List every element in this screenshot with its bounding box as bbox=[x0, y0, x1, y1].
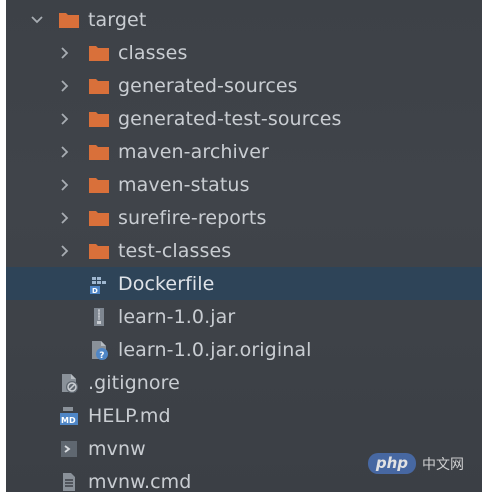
tree-label: generated-sources bbox=[118, 74, 298, 97]
tree-row-dockerfile-selected[interactable]: D Dockerfile bbox=[6, 267, 482, 300]
chevron-down-icon[interactable] bbox=[30, 13, 44, 27]
chevron-right-icon[interactable] bbox=[58, 46, 72, 60]
tree-row-folder[interactable]: maven-archiver bbox=[6, 135, 482, 168]
project-tree-panel: target classes generated-sources generat… bbox=[6, 0, 482, 492]
tree-label: target bbox=[88, 8, 147, 31]
folder-icon bbox=[88, 240, 110, 262]
chevron-right-icon[interactable] bbox=[58, 178, 72, 192]
tree-row-folder[interactable]: maven-status bbox=[6, 168, 482, 201]
folder-icon bbox=[58, 9, 80, 31]
chevron-right-icon[interactable] bbox=[58, 145, 72, 159]
folder-icon bbox=[88, 207, 110, 229]
folder-icon bbox=[88, 141, 110, 163]
folder-icon bbox=[88, 42, 110, 64]
tree-label: test-classes bbox=[118, 239, 232, 262]
chevron-right-icon[interactable] bbox=[58, 112, 72, 126]
tree-row-file[interactable]: MD HELP.md bbox=[6, 399, 482, 432]
tree-label: mvnw bbox=[88, 437, 146, 460]
tree-row-target[interactable]: target bbox=[6, 3, 482, 36]
tree-label: HELP.md bbox=[88, 404, 171, 427]
php-cn-watermark: php 中文网 bbox=[367, 453, 464, 474]
shell-script-icon bbox=[58, 438, 80, 460]
unknown-file-icon: ? bbox=[88, 339, 110, 361]
tree-row-folder[interactable]: surefire-reports bbox=[6, 201, 482, 234]
folder-icon bbox=[88, 108, 110, 130]
tree-label: maven-archiver bbox=[118, 140, 269, 163]
tree-label: .gitignore bbox=[88, 371, 180, 394]
tree-label: generated-test-sources bbox=[118, 107, 342, 130]
tree-label: learn-1.0.jar bbox=[118, 305, 236, 328]
tree-row-folder[interactable]: generated-test-sources bbox=[6, 102, 482, 135]
chevron-right-icon[interactable] bbox=[58, 244, 72, 258]
tree-label: mvnw.cmd bbox=[88, 470, 192, 492]
tree-label: classes bbox=[118, 41, 188, 64]
gitignore-icon bbox=[58, 372, 80, 394]
tree-row-file[interactable]: ? learn-1.0.jar.original bbox=[6, 333, 482, 366]
svg-text:D: D bbox=[92, 287, 98, 295]
svg-text:?: ? bbox=[99, 351, 104, 361]
tree-row-folder[interactable]: test-classes bbox=[6, 234, 482, 267]
tree-label: maven-status bbox=[118, 173, 250, 196]
watermark-badge: php bbox=[367, 453, 416, 474]
tree-label: surefire-reports bbox=[118, 206, 267, 229]
chevron-right-icon[interactable] bbox=[58, 211, 72, 225]
folder-icon bbox=[88, 75, 110, 97]
markdown-file-icon: MD bbox=[58, 405, 80, 427]
tree-row-folder[interactable]: generated-sources bbox=[6, 69, 482, 102]
tree-label: Dockerfile bbox=[118, 272, 215, 295]
svg-text:MD: MD bbox=[61, 416, 76, 425]
jar-archive-icon bbox=[88, 306, 110, 328]
chevron-right-icon[interactable] bbox=[58, 79, 72, 93]
folder-icon bbox=[88, 174, 110, 196]
tree-row-file[interactable]: .gitignore bbox=[6, 366, 482, 399]
tree-row-file[interactable]: learn-1.0.jar bbox=[6, 300, 482, 333]
watermark-text: 中文网 bbox=[422, 456, 464, 473]
tree-row-folder[interactable]: classes bbox=[6, 36, 482, 69]
text-file-icon bbox=[58, 471, 80, 492]
dockerfile-icon: D bbox=[88, 273, 110, 295]
tree-label: learn-1.0.jar.original bbox=[118, 338, 312, 361]
